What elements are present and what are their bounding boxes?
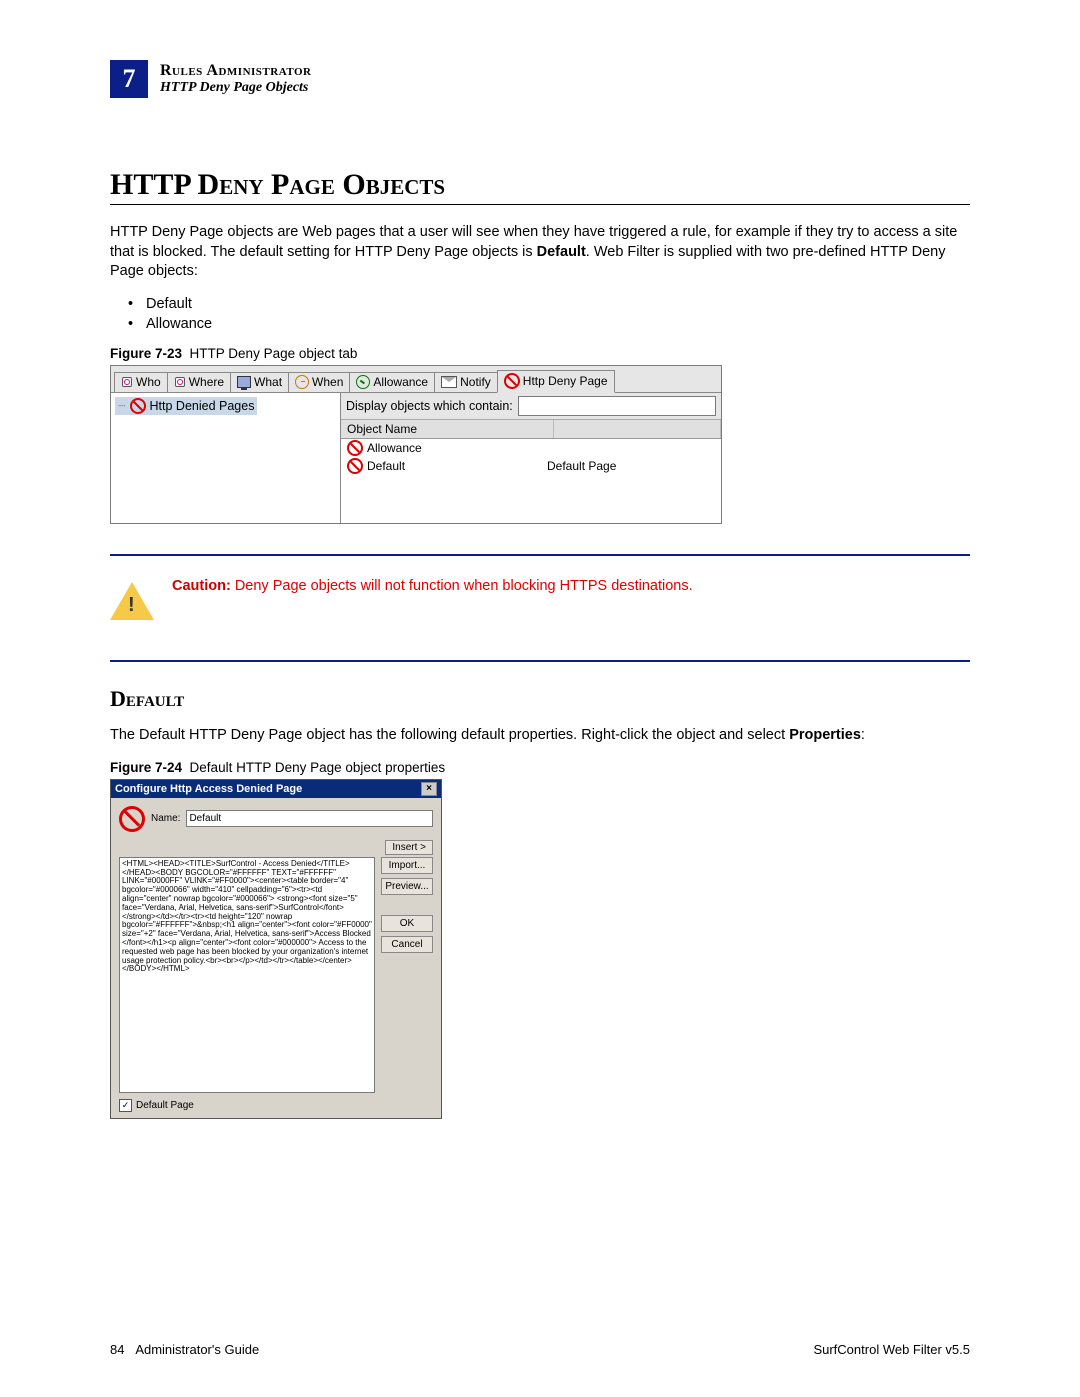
tab-who[interactable]: Who <box>114 372 168 392</box>
mail-icon <box>441 376 457 388</box>
table-row[interactable]: Allowance <box>341 439 721 457</box>
footer-right: SurfControl Web Filter v5.5 <box>813 1342 970 1357</box>
filter-input[interactable] <box>518 396 716 416</box>
figure-23-label: Figure 7-23 <box>110 346 182 361</box>
caution-text: Deny Page objects will not function when… <box>235 578 693 594</box>
html-content-textarea[interactable]: <HTML><HEAD><TITLE>SurfControl - Access … <box>119 857 375 1093</box>
predefined-list: Default Allowance <box>128 296 970 332</box>
intro-paragraph: HTTP Deny Page objects are Web pages tha… <box>110 223 970 282</box>
row-desc: Default Page <box>547 459 715 473</box>
tab-http-deny-page[interactable]: Http Deny Page <box>497 370 615 393</box>
tab-what-label: What <box>254 375 282 389</box>
import-button[interactable]: Import... <box>381 857 433 874</box>
page-title: HTTP Deny Page Objects <box>110 168 970 205</box>
row-name: Allowance <box>367 441 422 455</box>
deny-icon <box>504 373 520 389</box>
name-input[interactable] <box>186 810 433 827</box>
dialog-titlebar: Configure Http Access Denied Page × <box>111 780 441 798</box>
running-header: 7 Rules Administrator HTTP Deny Page Obj… <box>110 60 970 98</box>
tab-allowance[interactable]: Allowance <box>349 372 435 392</box>
section-default-heading: Default <box>110 686 970 712</box>
tab-when[interactable]: When <box>288 372 350 392</box>
magnifier-icon <box>174 376 186 388</box>
row-name: Default <box>367 459 405 473</box>
default-text-after: : <box>861 727 865 743</box>
caution-label: Caution: <box>172 578 231 594</box>
tab-notify-label: Notify <box>460 375 491 389</box>
tab-when-label: When <box>312 375 343 389</box>
list-pane: Display objects which contain: Object Na… <box>341 393 721 523</box>
header-line2: HTTP Deny Page Objects <box>160 80 311 96</box>
deny-icon <box>347 458 363 474</box>
close-icon[interactable]: × <box>421 782 437 796</box>
monitor-icon <box>237 376 251 388</box>
name-label: Name: <box>151 813 180 824</box>
figure-24-text: Default HTTP Deny Page object properties <box>190 760 446 775</box>
caution-icon <box>110 582 154 620</box>
allowance-icon <box>356 375 370 389</box>
table-row[interactable]: Default Default Page <box>341 457 721 475</box>
chapter-badge: 7 <box>110 60 148 98</box>
figure-23-caption: Figure 7-23 HTTP Deny Page object tab <box>110 346 970 361</box>
column-description[interactable] <box>554 420 721 438</box>
tab-http-deny-page-label: Http Deny Page <box>523 374 608 388</box>
properties-dialog: Configure Http Access Denied Page × Name… <box>110 779 442 1119</box>
tab-what[interactable]: What <box>230 372 289 392</box>
tree-root-label: Http Denied Pages <box>150 399 255 413</box>
tab-allowance-label: Allowance <box>373 375 428 389</box>
header-line1: Rules Administrator <box>160 62 311 80</box>
preview-button[interactable]: Preview... <box>381 878 433 895</box>
default-paragraph: The Default HTTP Deny Page object has th… <box>110 726 970 746</box>
tab-where[interactable]: Where <box>167 372 231 392</box>
tree-pane: ┈ Http Denied Pages <box>111 393 341 523</box>
default-text-before: The Default HTTP Deny Page object has th… <box>110 727 789 743</box>
list-item: Allowance <box>128 316 970 332</box>
page-number: 84 <box>110 1342 124 1357</box>
magnifier-icon <box>121 376 133 388</box>
ok-button[interactable]: OK <box>381 915 433 932</box>
figure-24-label: Figure 7-24 <box>110 760 182 775</box>
default-bold: Properties <box>789 727 861 743</box>
deny-icon <box>119 806 145 832</box>
list-item: Default <box>128 296 970 312</box>
filter-label: Display objects which contain: <box>346 399 513 413</box>
deny-icon <box>347 440 363 456</box>
cancel-button[interactable]: Cancel <box>381 936 433 953</box>
tab-where-label: Where <box>189 375 224 389</box>
caution-box: Caution: Deny Page objects will not func… <box>110 554 970 662</box>
figure-23-text: HTTP Deny Page object tab <box>190 346 358 361</box>
default-page-checkbox[interactable]: ✓ <box>119 1099 132 1112</box>
tab-who-label: Who <box>136 375 161 389</box>
tree-root-node[interactable]: ┈ Http Denied Pages <box>115 397 257 415</box>
figure-24-caption: Figure 7-24 Default HTTP Deny Page objec… <box>110 760 970 775</box>
tab-screenshot: Who Where What When Allowance Notify Htt… <box>110 365 722 524</box>
footer-left: Administrator's Guide <box>135 1342 259 1357</box>
dialog-title: Configure Http Access Denied Page <box>115 783 302 795</box>
default-page-checkbox-label: Default Page <box>136 1100 194 1111</box>
tab-bar: Who Where What When Allowance Notify Htt… <box>111 366 721 393</box>
column-object-name[interactable]: Object Name <box>341 420 554 438</box>
clock-icon <box>295 375 309 389</box>
intro-bold: Default <box>537 244 586 260</box>
insert-button[interactable]: Insert > <box>385 840 433 855</box>
deny-icon <box>130 398 146 414</box>
tab-notify[interactable]: Notify <box>434 372 498 392</box>
page-footer: 84 Administrator's Guide SurfControl Web… <box>110 1342 970 1357</box>
